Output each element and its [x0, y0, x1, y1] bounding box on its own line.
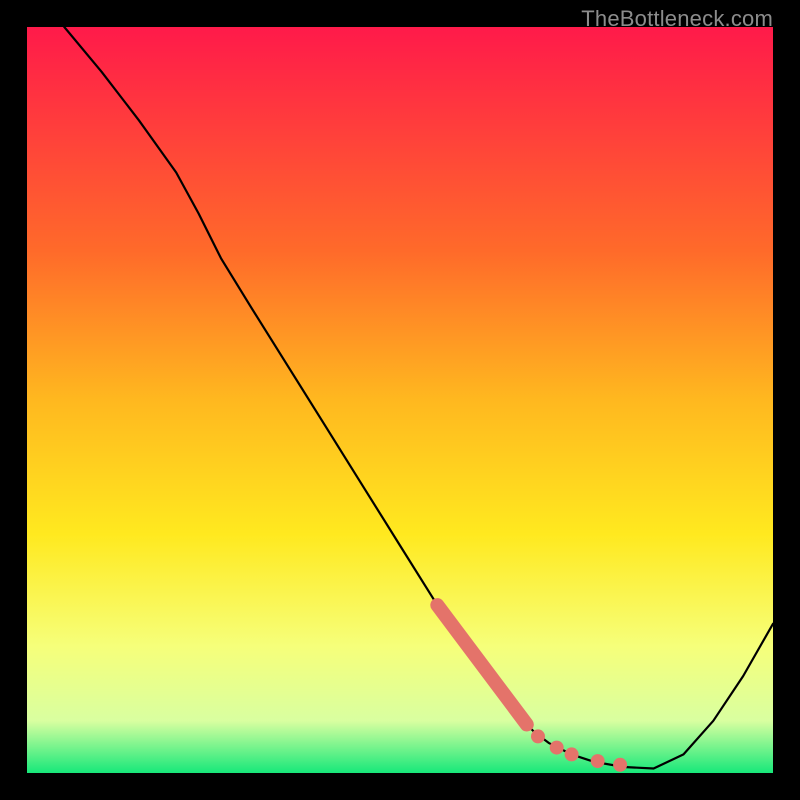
highlight-dot [613, 758, 627, 772]
highlight-dot [591, 754, 605, 768]
bottleneck-chart [27, 27, 773, 773]
gradient-background [27, 27, 773, 773]
highlight-dot [531, 729, 545, 743]
chart-svg [27, 27, 773, 773]
highlight-dot [565, 747, 579, 761]
highlight-dot [550, 741, 564, 755]
